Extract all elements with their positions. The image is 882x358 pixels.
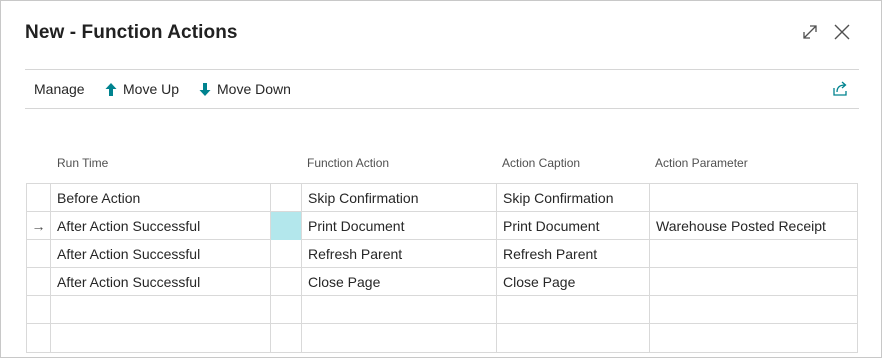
close-icon xyxy=(834,24,850,40)
action-caption-cell[interactable]: Refresh Parent xyxy=(497,240,650,268)
action-parameter-cell[interactable] xyxy=(650,324,858,352)
function-action-cell[interactable] xyxy=(302,296,497,324)
table-row[interactable]: After Action Successful Refresh Parent R… xyxy=(27,240,857,268)
manage-label: Manage xyxy=(34,81,85,97)
action-caption-cell[interactable]: Skip Confirmation xyxy=(497,184,650,212)
table-row[interactable] xyxy=(27,296,857,324)
function-action-cell[interactable]: Skip Confirmation xyxy=(302,184,497,212)
row-selector-cell[interactable] xyxy=(271,324,302,352)
row-selector-cell[interactable] xyxy=(271,296,302,324)
run-time-cell[interactable]: Before Action xyxy=(51,184,271,212)
table-body: Before Action Skip Confirmation Skip Con… xyxy=(26,183,858,353)
move-down-label: Move Down xyxy=(217,81,291,97)
expand-icon xyxy=(803,25,817,39)
function-action-cell[interactable] xyxy=(302,324,497,352)
column-header-action-caption[interactable]: Action Caption xyxy=(502,156,580,170)
action-parameter-cell[interactable]: Warehouse Posted Receipt xyxy=(650,212,858,240)
run-time-cell[interactable]: After Action Successful xyxy=(51,212,271,240)
action-caption-cell[interactable]: Print Document xyxy=(497,212,650,240)
action-parameter-cell[interactable] xyxy=(650,268,858,296)
action-caption-cell[interactable]: Close Page xyxy=(497,268,650,296)
column-header-action-parameter[interactable]: Action Parameter xyxy=(655,156,748,170)
run-time-cell[interactable] xyxy=(51,296,271,324)
arrow-down-icon xyxy=(199,82,211,96)
page-title: New - Function Actions xyxy=(25,22,238,43)
function-action-cell[interactable]: Close Page xyxy=(302,268,497,296)
expand-button[interactable] xyxy=(799,21,821,43)
row-indicator[interactable] xyxy=(27,184,51,212)
move-up-button[interactable]: Move Up xyxy=(104,81,179,97)
row-indicator[interactable]: → xyxy=(27,212,51,240)
table-row[interactable]: Before Action Skip Confirmation Skip Con… xyxy=(27,184,857,212)
row-selector-cell[interactable] xyxy=(271,184,302,212)
action-parameter-cell[interactable] xyxy=(650,240,858,268)
row-selector-cell[interactable] xyxy=(271,268,302,296)
row-selector-cell[interactable] xyxy=(271,240,302,268)
run-time-cell[interactable] xyxy=(51,324,271,352)
close-button[interactable] xyxy=(831,21,853,43)
run-time-cell[interactable]: After Action Successful xyxy=(51,240,271,268)
table-row[interactable] xyxy=(27,324,857,352)
function-action-cell[interactable]: Refresh Parent xyxy=(302,240,497,268)
column-header-function-action[interactable]: Function Action xyxy=(307,156,389,170)
run-time-cell[interactable]: After Action Successful xyxy=(51,268,271,296)
share-icon xyxy=(833,81,847,96)
table-row[interactable]: → After Action Successful Print Document… xyxy=(27,212,857,240)
action-parameter-cell[interactable] xyxy=(650,296,858,324)
row-selector-cell[interactable] xyxy=(271,212,302,240)
move-up-label: Move Up xyxy=(123,81,180,97)
action-parameter-cell[interactable] xyxy=(650,184,858,212)
column-header-run-time[interactable]: Run Time xyxy=(57,156,108,170)
action-caption-cell[interactable] xyxy=(497,296,650,324)
row-indicator[interactable] xyxy=(27,240,51,268)
function-action-cell[interactable]: Print Document xyxy=(302,212,497,240)
row-indicator[interactable] xyxy=(27,324,51,352)
action-bar: Manage Move Up Move Down xyxy=(25,69,859,109)
action-caption-cell[interactable] xyxy=(497,324,650,352)
arrow-up-icon xyxy=(105,82,117,96)
move-down-button[interactable]: Move Down xyxy=(198,81,291,97)
row-indicator[interactable] xyxy=(27,296,51,324)
share-button[interactable] xyxy=(831,80,851,100)
manage-menu-button[interactable]: Manage xyxy=(34,81,85,97)
table-row[interactable]: After Action Successful Close Page Close… xyxy=(27,268,857,296)
row-indicator[interactable] xyxy=(27,268,51,296)
function-actions-dialog: New - Function Actions Manage Move Up Mo… xyxy=(0,0,882,358)
